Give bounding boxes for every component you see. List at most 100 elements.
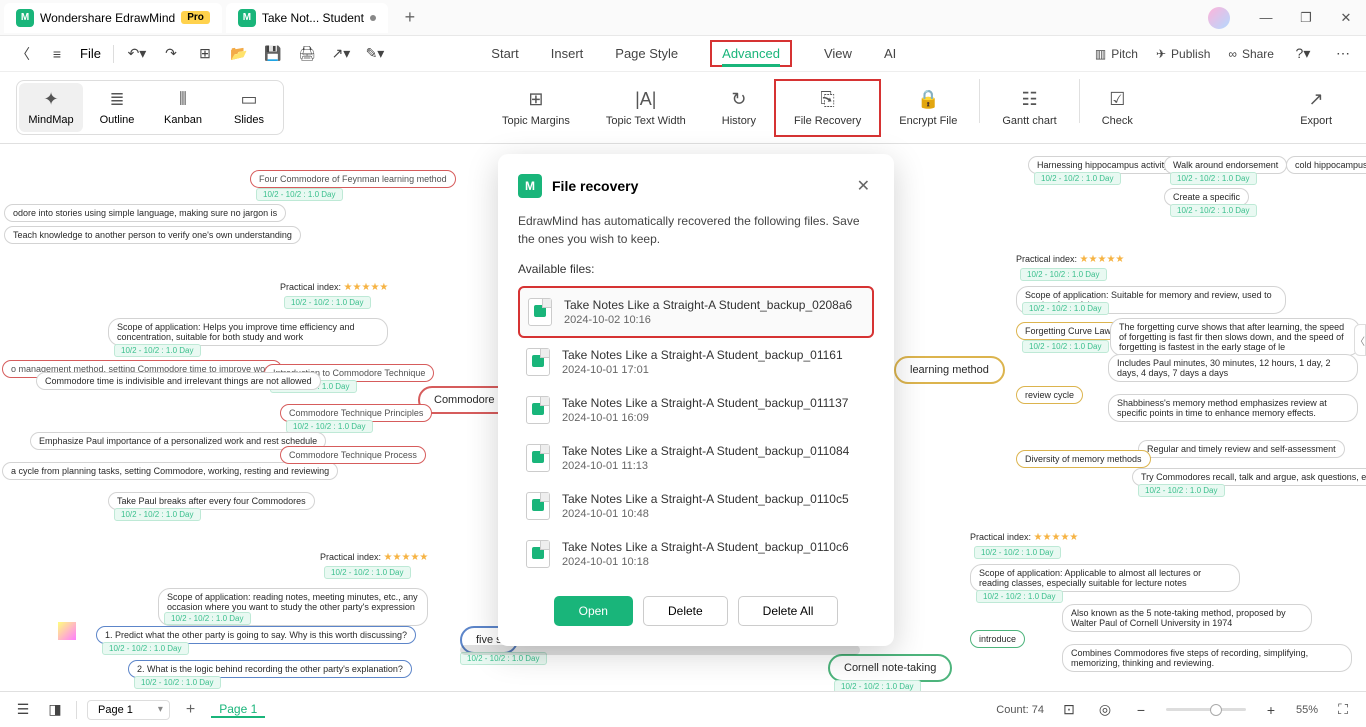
share-icon: ∞ [1228, 47, 1237, 61]
mm-node[interactable]: cold hippocampus [1286, 156, 1366, 174]
file-date: 2024-10-01 11:13 [562, 460, 866, 472]
mm-node[interactable]: Scope of application: Helps you improve … [108, 318, 388, 346]
back-icon[interactable]: 〈 [12, 43, 34, 65]
encrypt-file-button[interactable]: 🔒Encrypt File [881, 79, 975, 137]
mm-node[interactable]: introduce [970, 630, 1025, 648]
view-slides[interactable]: ▭Slides [217, 83, 281, 132]
pitch-button[interactable]: ▥Pitch [1095, 47, 1138, 61]
file-name: Take Notes Like a Straight-A Student_bac… [562, 492, 866, 506]
tab-page-style[interactable]: Page Style [615, 40, 678, 67]
mm-center-node[interactable]: Cornell note-taking [828, 654, 952, 682]
side-panel-toggle[interactable]: 〈 [1354, 324, 1366, 356]
open-button[interactable]: Open [554, 596, 633, 626]
file-recovery-button[interactable]: ⎘File Recovery [774, 79, 881, 137]
tab-advanced[interactable]: Advanced [710, 40, 792, 67]
menu-icon[interactable]: ≡ [46, 43, 68, 65]
mm-node[interactable]: Teach knowledge to another person to ver… [4, 226, 301, 244]
file-item[interactable]: Take Notes Like a Straight-A Student_bac… [518, 286, 874, 338]
view-kanban[interactable]: ⦀Kanban [151, 83, 215, 132]
file-tab[interactable]: M Take Not... Student [226, 3, 388, 33]
minimize-button[interactable]: — [1246, 0, 1286, 36]
redo-icon[interactable]: ↷ [160, 43, 182, 65]
maximize-button[interactable]: ❐ [1286, 0, 1326, 36]
mm-node[interactable]: Regular and timely review and self-asses… [1138, 440, 1345, 458]
delete-all-button[interactable]: Delete All [738, 596, 839, 626]
history-button[interactable]: ↻History [704, 79, 774, 137]
save-icon[interactable]: 💾 [262, 43, 284, 65]
outline-toggle-icon[interactable]: ☰ [12, 699, 34, 721]
zoom-out-icon[interactable]: − [1130, 699, 1152, 721]
new-icon[interactable]: ⊞ [194, 43, 216, 65]
view-mindmap[interactable]: ✦MindMap [19, 83, 83, 132]
zoom-slider[interactable] [1166, 708, 1246, 711]
mm-node[interactable]: Diversity of memory methods [1016, 450, 1151, 468]
edit-icon[interactable]: ✎▾ [364, 43, 386, 65]
delete-button[interactable]: Delete [643, 596, 728, 626]
star-icon: ★★★★★ [1034, 532, 1079, 543]
separator [113, 45, 114, 63]
close-button[interactable]: ✕ [1326, 0, 1366, 36]
user-avatar[interactable] [1208, 7, 1230, 29]
mm-node[interactable]: review cycle [1016, 386, 1083, 404]
open-icon[interactable]: 📂 [228, 43, 250, 65]
share-button[interactable]: ∞Share [1228, 47, 1274, 61]
mm-node[interactable]: Four Commodore of Feynman learning metho… [250, 170, 456, 188]
horizontal-scrollbar[interactable] [460, 645, 860, 655]
file-item[interactable]: Take Notes Like a Straight-A Student_bac… [518, 530, 874, 578]
mm-node[interactable]: odore into stories using simple language… [4, 204, 286, 222]
mm-node[interactable]: The forgetting curve shows that after le… [1110, 318, 1360, 356]
tab-ai[interactable]: AI [884, 40, 896, 67]
mm-node[interactable]: Includes Paul minutes, 30 minutes, 12 ho… [1108, 354, 1358, 382]
page-selector[interactable]: Page 1 [87, 700, 170, 720]
document-icon [526, 396, 550, 424]
file-item[interactable]: Take Notes Like a Straight-A Student_bac… [518, 386, 874, 434]
fullscreen-icon[interactable]: ⛶ [1332, 699, 1354, 721]
mm-node[interactable]: Combines Commodores five steps of record… [1062, 644, 1352, 672]
mm-node[interactable]: Also known as the 5 note-taking method, … [1062, 604, 1312, 632]
new-tab-button[interactable]: + [396, 4, 424, 32]
locate-icon[interactable]: ◎ [1094, 699, 1116, 721]
dialog-actions: Open Delete Delete All [518, 596, 890, 626]
document-icon [526, 492, 550, 520]
fit-icon[interactable]: ⊡ [1058, 699, 1080, 721]
topic-text-width-button[interactable]: |A|Topic Text Width [588, 79, 704, 137]
ai-icon [58, 622, 76, 640]
more-icon[interactable]: ⋯ [1332, 43, 1354, 65]
publish-button[interactable]: ✈Publish [1156, 47, 1210, 61]
export-button[interactable]: ↗Export [1282, 81, 1350, 135]
zoom-in-icon[interactable]: + [1260, 699, 1282, 721]
print-icon[interactable]: 🖨 [296, 43, 318, 65]
file-item[interactable]: Take Notes Like a Straight-A Student_bac… [518, 434, 874, 482]
add-page-button[interactable]: + [180, 701, 201, 719]
tab-insert[interactable]: Insert [551, 40, 584, 67]
recovered-file-list[interactable]: Take Notes Like a Straight-A Student_bac… [518, 286, 890, 578]
check-button[interactable]: ☑Check [1084, 79, 1151, 137]
page-tab[interactable]: Page 1 [211, 702, 265, 718]
undo-icon[interactable]: ↶▾ [126, 43, 148, 65]
tab-start[interactable]: Start [491, 40, 518, 67]
mm-node[interactable]: Forgetting Curve Law [1016, 322, 1120, 340]
mm-node[interactable]: a cycle from planning tasks, setting Com… [2, 462, 338, 480]
view-outline[interactable]: ≣Outline [85, 83, 149, 132]
app-tab[interactable]: M Wondershare EdrawMind Pro [4, 3, 222, 33]
mm-node[interactable]: Emphasize Paul importance of a personali… [30, 432, 326, 450]
topic-margins-button[interactable]: ⊞Topic Margins [484, 79, 588, 137]
close-icon[interactable]: ✕ [857, 176, 870, 196]
tab-view[interactable]: View [824, 40, 852, 67]
mm-node[interactable]: Scope of application: Applicable to almo… [970, 564, 1240, 592]
mm-node[interactable]: Commodore Technique Process [280, 446, 426, 464]
mm-center-node[interactable]: learning method [894, 356, 1005, 384]
file-menu[interactable]: File [80, 46, 101, 61]
file-name: Take Notes Like a Straight-A Student_bac… [564, 298, 864, 312]
mm-date-tag: 10/2 - 10/2 : 1.0 Day [976, 590, 1063, 603]
file-item[interactable]: Take Notes Like a Straight-A Student_bac… [518, 338, 874, 386]
mm-node[interactable]: Shabbiness's memory method emphasizes re… [1108, 394, 1358, 422]
help-icon[interactable]: ?▾ [1292, 43, 1314, 65]
file-name: Take Notes Like a Straight-A Student_bac… [562, 540, 866, 554]
gantt-chart-button[interactable]: ☷Gantt chart [984, 79, 1074, 137]
file-item[interactable]: Take Notes Like a Straight-A Student_bac… [518, 482, 874, 530]
panel-toggle-icon[interactable]: ◨ [44, 699, 66, 721]
file-name: Take Notes Like a Straight-A Student_bac… [562, 348, 866, 362]
mm-node[interactable]: Commodore time is indivisible and irrele… [36, 372, 321, 390]
export-dd-icon[interactable]: ↗▾ [330, 43, 352, 65]
